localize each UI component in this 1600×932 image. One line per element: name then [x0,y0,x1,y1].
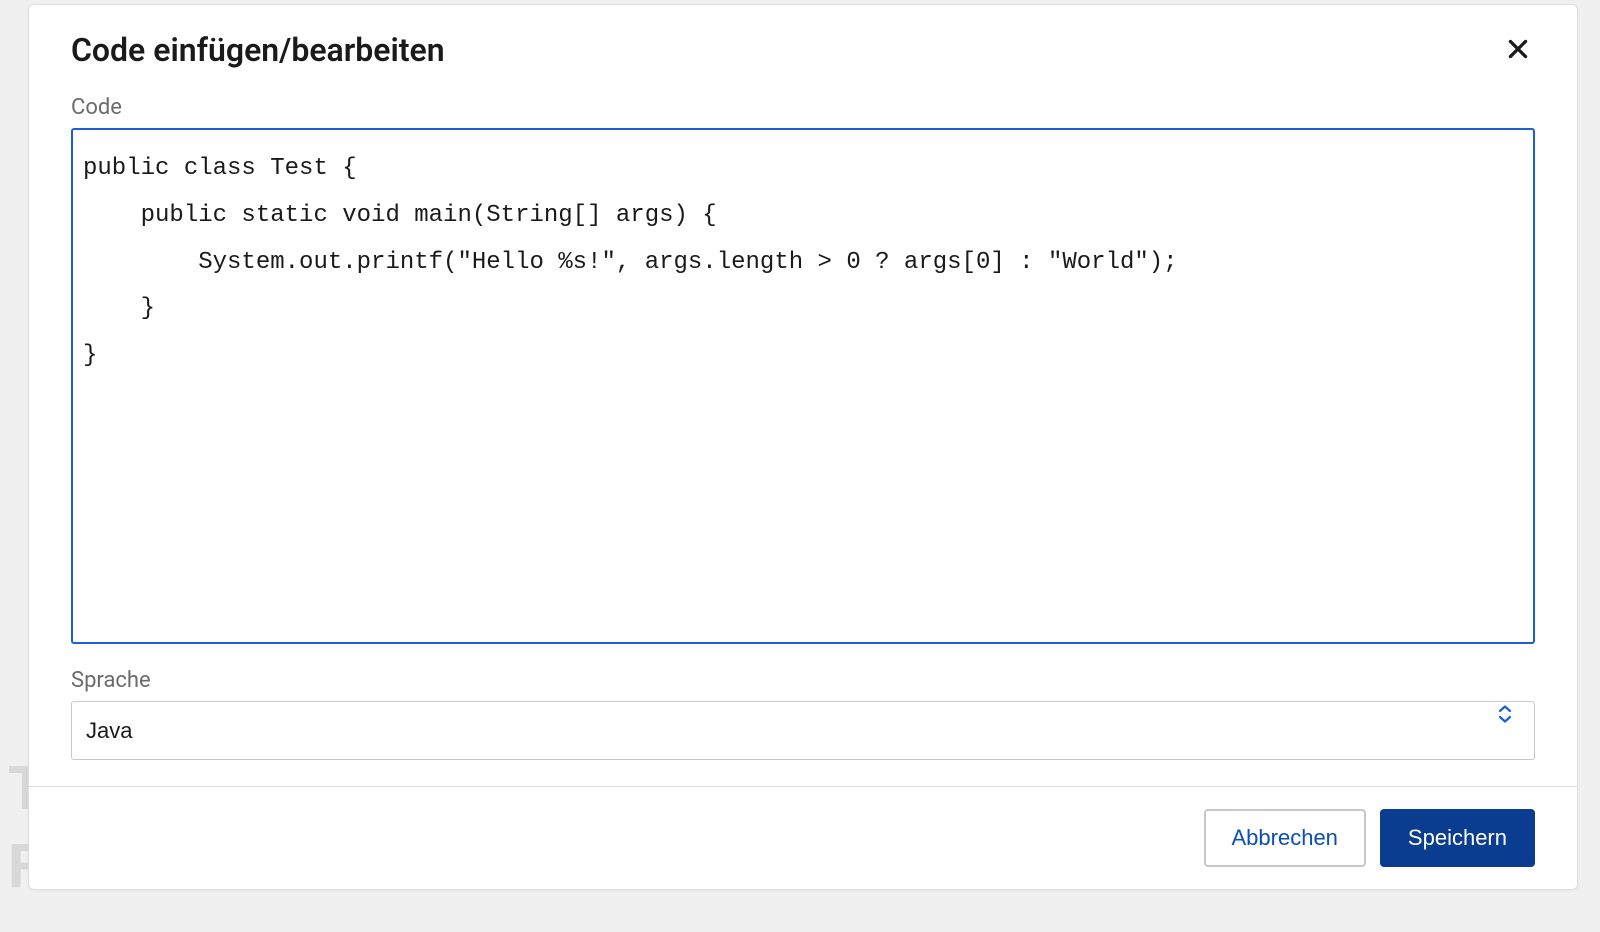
save-button[interactable]: Speichern [1380,809,1535,867]
language-select[interactable]: Java [71,701,1535,760]
cancel-button[interactable]: Abbrechen [1204,809,1366,867]
code-insert-dialog: Code einfügen/bearbeiten Code Sprache Ja… [28,4,1578,890]
dialog-title: Code einfügen/bearbeiten [71,31,445,69]
dialog-footer: Abbrechen Speichern [29,786,1577,889]
close-button[interactable] [1501,32,1535,69]
language-label: Sprache [71,668,1535,693]
code-label: Code [71,95,1535,120]
language-field-wrapper: Sprache Java [71,668,1535,760]
dialog-header: Code einfügen/bearbeiten [29,5,1577,85]
close-icon [1505,36,1531,65]
dialog-body: Code Sprache Java [29,85,1577,786]
code-textarea[interactable] [71,128,1535,644]
